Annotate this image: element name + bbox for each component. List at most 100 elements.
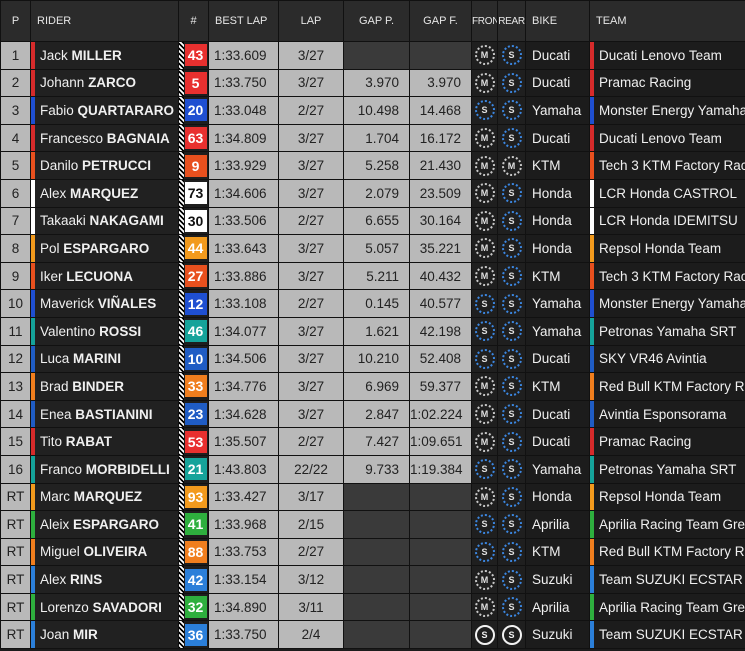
team-color-stripe xyxy=(590,511,594,538)
header-gap-p[interactable]: GAP P. xyxy=(343,0,410,42)
front-tyre-cell: S xyxy=(471,620,498,650)
team-color-stripe xyxy=(31,152,35,179)
team-name: Ducati Lenovo Team xyxy=(599,47,722,63)
team-name: Repsol Honda Team xyxy=(599,240,722,256)
table-row[interactable]: 5 Danilo PETRUCCI 9 1:33.929 3/27 5.258 21.430… xyxy=(0,151,745,180)
front-tyre-icon: M xyxy=(474,404,495,425)
header-num[interactable]: # xyxy=(178,0,209,42)
front-tyre-icon: M xyxy=(474,431,495,452)
best-lap-cell: 1:43.803 xyxy=(208,454,279,484)
team-name: Repsol Honda Team xyxy=(599,489,722,505)
rear-tyre-cell: S xyxy=(497,261,526,291)
gap-f-cell: 52.408 xyxy=(409,344,472,374)
front-tyre-cell: S xyxy=(471,344,498,374)
header-gap-f[interactable]: GAP F. xyxy=(409,0,472,42)
table-row[interactable]: 6 Alex MARQUEZ 73 1:34.606 3/27 2.079 23.509 M S… xyxy=(0,178,745,208)
front-tyre-icon: S xyxy=(474,348,495,369)
rider-last-name: ESPARGARO xyxy=(73,516,160,532)
table-row[interactable]: 2 Johann ZARCO 5 1:33.750 3/27 3.970 3.970 M S Du… xyxy=(0,68,745,98)
rider-number: 46 xyxy=(184,320,207,343)
rider-number: 10 xyxy=(184,347,207,370)
best-lap-cell: 1:33.750 xyxy=(208,68,279,98)
team-color-stripe xyxy=(31,594,35,620)
table-row[interactable]: 10 Maverick VIÑALES 12 1:33.108 2/27 0.145 40.… xyxy=(0,289,745,318)
table-row[interactable]: 16 Franco MORBIDELLI 21 1:43.803 22/22 9.733 1… xyxy=(0,454,745,484)
team-color-stripe xyxy=(590,97,594,124)
rear-tyre-icon: S xyxy=(501,486,522,507)
rider-number: 12 xyxy=(184,292,207,315)
table-row[interactable]: 15 Tito RABAT 53 1:35.507 2/27 7.427 1:09.651 M… xyxy=(0,427,745,456)
number-cell: 20 xyxy=(178,96,209,125)
table-row[interactable]: RT Joan MIR 36 1:33.750 2/4 S S Suzuki Team SUZU… xyxy=(0,620,745,650)
position-cell: RT xyxy=(0,565,31,594)
rider-number: 27 xyxy=(184,265,207,288)
rider-last-name: MIR xyxy=(73,627,98,643)
team-color-stripe xyxy=(590,125,594,151)
rider-first-name: Danilo xyxy=(40,158,79,174)
table-row[interactable]: RT Alex RINS 42 1:33.154 3/12 M S Suzuki Team SU… xyxy=(0,565,745,594)
table-row[interactable]: RT Miguel OLIVEIRA 88 1:33.753 2/27 S S KTM Red … xyxy=(0,537,745,567)
checkered-flag-icon xyxy=(179,566,184,593)
rider-first-name: Enea xyxy=(40,406,72,422)
rider-cell: Alex MARQUEZ xyxy=(30,178,179,208)
front-tyre-cell: M xyxy=(471,399,498,429)
header-team[interactable]: TEAM xyxy=(589,0,745,42)
number-cell: 36 xyxy=(178,620,209,650)
lap-cell: 3/27 xyxy=(278,41,344,70)
gap-p-cell: 5.211 xyxy=(343,261,410,291)
table-row[interactable]: 3 Fabio QUARTARARO 20 1:33.048 2/27 10.498 14.… xyxy=(0,96,745,125)
team-color-stripe xyxy=(31,180,35,207)
best-lap-cell: 1:33.753 xyxy=(208,537,279,567)
bike-cell: Yamaha xyxy=(525,316,590,346)
table-row[interactable]: 1 Jack MILLER 43 1:33.609 3/27 M S Ducati Ducati… xyxy=(0,41,745,70)
gap-f-cell xyxy=(409,482,472,512)
table-row[interactable]: 12 Luca MARINI 10 1:34.506 3/27 10.210 52.408 S… xyxy=(0,344,745,374)
team-cell: Ducati Lenovo Team xyxy=(589,123,745,153)
header-best-lap[interactable]: BEST LAP xyxy=(208,0,279,42)
table-row[interactable]: RT Aleix ESPARGARO 41 1:33.968 2/15 S S Aprilia… xyxy=(0,510,745,539)
header-bike[interactable]: BIKE xyxy=(525,0,590,42)
header-front[interactable]: FRONT xyxy=(471,0,498,42)
front-tyre-icon: M xyxy=(474,72,495,93)
gap-f-cell: 16.172 xyxy=(409,123,472,153)
team-color-stripe xyxy=(31,235,35,262)
header-rear[interactable]: REAR xyxy=(497,0,526,42)
team-cell: SKY VR46 Avintia xyxy=(589,344,745,374)
rider-first-name: Johann xyxy=(40,75,85,91)
rider-last-name: MARINI xyxy=(73,351,122,367)
lap-cell: 2/27 xyxy=(278,427,344,456)
rear-tyre-cell: S xyxy=(497,592,526,622)
table-row[interactable]: 8 Pol ESPARGARO 44 1:33.643 3/27 5.057 35.221 M… xyxy=(0,234,745,263)
table-row[interactable]: RT Marc MARQUEZ 93 1:33.427 3/17 M S Honda Repso… xyxy=(0,482,745,512)
bike-cell: Ducati xyxy=(525,344,590,374)
position-cell: 4 xyxy=(0,123,31,153)
bike-cell: Aprilia xyxy=(525,510,590,539)
rear-tyre-icon: S xyxy=(501,100,522,121)
number-cell: 33 xyxy=(178,372,209,401)
table-row[interactable]: 11 Valentino ROSSI 46 1:34.077 3/27 1.621 42.1… xyxy=(0,316,745,346)
front-tyre-icon: M xyxy=(474,155,495,176)
table-row[interactable]: RT Lorenzo SAVADORI 32 1:34.890 3/11 M S Aprili… xyxy=(0,592,745,622)
team-color-stripe xyxy=(590,70,594,96)
rear-tyre-icon: S xyxy=(501,128,522,149)
header-rider[interactable]: RIDER xyxy=(30,0,179,42)
rider-first-name: Aleix xyxy=(40,516,70,532)
table-row[interactable]: 7 Takaaki NAKAGAMI 30 1:33.506 2/27 6.655 30.1… xyxy=(0,206,745,236)
table-row[interactable]: 4 Francesco BAGNAIA 63 1:34.809 3/27 1.704 16.… xyxy=(0,123,745,153)
header-pos[interactable]: P xyxy=(0,0,31,42)
checkered-flag-icon xyxy=(179,152,184,179)
lap-cell: 2/4 xyxy=(278,620,344,650)
rider-last-name: MILLER xyxy=(71,47,122,63)
rider-number: 63 xyxy=(184,127,207,150)
team-cell: Red Bull KTM Factory Raci... xyxy=(589,372,745,401)
team-color-stripe xyxy=(31,566,35,593)
position-cell: 11 xyxy=(0,316,31,346)
rider-last-name: LECUONA xyxy=(66,268,134,284)
rear-tyre-cell: S xyxy=(497,68,526,98)
checkered-flag-icon xyxy=(179,235,184,262)
table-row[interactable]: 13 Brad BINDER 33 1:34.776 3/27 6.969 59.377 M S… xyxy=(0,372,745,401)
position-cell: 2 xyxy=(0,68,31,98)
table-row[interactable]: 9 Iker LECUONA 27 1:33.886 3/27 5.211 40.432 M S… xyxy=(0,261,745,291)
table-row[interactable]: 14 Enea BASTIANINI 23 1:34.628 3/27 2.847 1:02… xyxy=(0,399,745,429)
header-lap[interactable]: LAP xyxy=(278,0,344,42)
